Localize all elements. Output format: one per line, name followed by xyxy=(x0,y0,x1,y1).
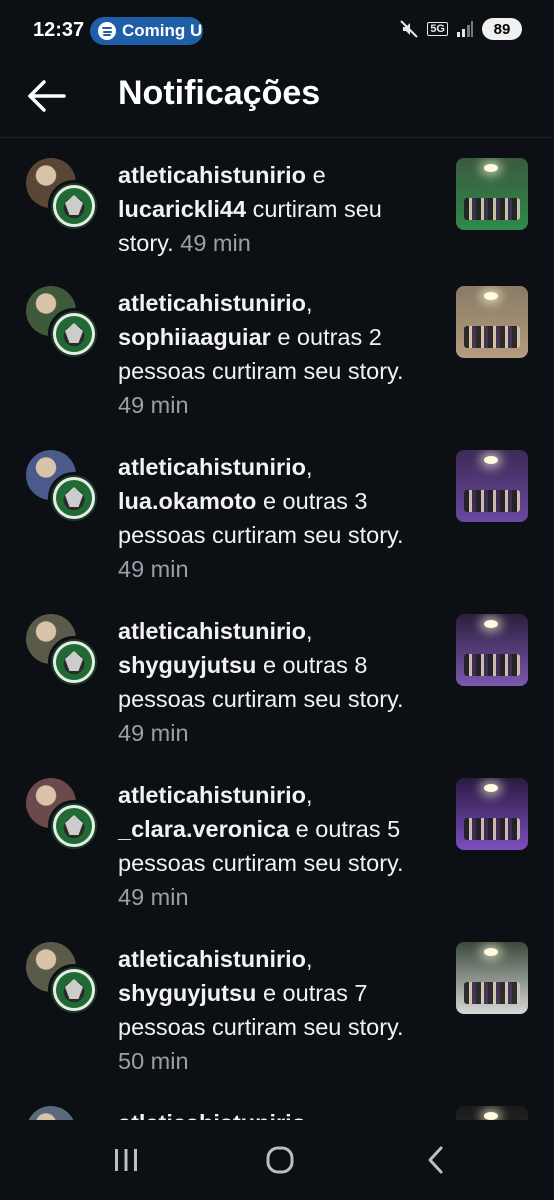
connector-text: , xyxy=(306,290,313,316)
recents-button[interactable] xyxy=(104,1142,148,1178)
connector-text: , xyxy=(306,782,313,808)
story-thumbnail[interactable] xyxy=(456,942,528,1014)
connector-text: e xyxy=(306,162,326,188)
notification-text: atleticahistunirio xyxy=(118,1106,434,1120)
username-link[interactable]: atleticahistunirio xyxy=(118,290,306,316)
battery-level: 89 xyxy=(493,20,511,38)
avatar-stack[interactable] xyxy=(26,778,100,852)
notification-item[interactable]: atleticahistunirio, sophiiaaguiar e outr… xyxy=(0,268,554,432)
username-link[interactable]: lucarickli44 xyxy=(118,196,246,222)
username-link[interactable]: atleticahistunirio xyxy=(118,454,306,480)
story-thumbnail[interactable] xyxy=(456,286,528,358)
network-5g-icon: 5G xyxy=(427,22,448,36)
story-thumbnail[interactable] xyxy=(456,614,528,686)
notification-time: 49 min xyxy=(118,884,189,910)
notification-item[interactable]: atleticahistunirio, lua.okamoto e outras… xyxy=(0,432,554,596)
username-link[interactable]: _clara.veronica xyxy=(118,816,289,842)
athletic-logo-avatar[interactable] xyxy=(48,180,100,232)
back-arrow-icon[interactable] xyxy=(26,76,70,116)
username-link[interactable]: atleticahistunirio xyxy=(118,162,306,188)
back-icon xyxy=(428,1146,443,1174)
avatar-stack[interactable] xyxy=(26,450,100,524)
athletic-logo-avatar[interactable] xyxy=(48,636,100,688)
user-avatar[interactable] xyxy=(26,1106,76,1120)
avatar-stack[interactable] xyxy=(26,1106,100,1120)
story-thumbnail[interactable] xyxy=(456,778,528,850)
notification-item[interactable]: atleticahistunirio, _clara.veronica e ou… xyxy=(0,760,554,924)
avatar-stack[interactable] xyxy=(26,158,100,232)
page-title: Notificações xyxy=(118,74,321,112)
home-button[interactable] xyxy=(258,1142,302,1178)
story-thumbnail[interactable] xyxy=(456,1106,528,1120)
notification-time: 49 min xyxy=(118,392,189,418)
athletic-logo-avatar[interactable] xyxy=(48,308,100,360)
notification-text: atleticahistunirio, shyguyjutsu e outras… xyxy=(118,614,434,750)
avatar-stack[interactable] xyxy=(26,286,100,360)
notification-text: atleticahistunirio, sophiiaaguiar e outr… xyxy=(118,286,434,422)
username-link[interactable]: atleticahistunirio xyxy=(118,782,306,808)
athletic-logo-avatar[interactable] xyxy=(48,472,100,524)
battery-indicator: 89 xyxy=(482,18,522,40)
story-thumbnail[interactable] xyxy=(456,450,528,522)
notification-item[interactable]: atleticahistunirio, shyguyjutsu e outras… xyxy=(0,596,554,760)
username-link[interactable]: lua.okamoto xyxy=(118,488,256,514)
media-pill-label: Coming U xyxy=(122,21,203,40)
recents-icon xyxy=(115,1149,137,1171)
username-link[interactable]: shyguyjutsu xyxy=(118,980,256,1006)
notification-time: 49 min xyxy=(118,720,189,746)
username-link[interactable]: shyguyjutsu xyxy=(118,652,256,678)
status-time: 12:37 xyxy=(33,19,85,41)
page-header: Notificações xyxy=(0,62,554,138)
athletic-logo-avatar[interactable] xyxy=(48,800,100,852)
username-link[interactable]: sophiiaaguiar xyxy=(118,324,271,350)
notifications-list[interactable]: atleticahistunirio e lucarickli44 curtir… xyxy=(0,140,554,1120)
username-link[interactable]: atleticahistunirio xyxy=(118,1110,306,1120)
story-thumbnail[interactable] xyxy=(456,158,528,230)
connector-text: , xyxy=(306,454,313,480)
notification-item[interactable]: atleticahistunirio e lucarickli44 curtir… xyxy=(0,140,554,268)
connector-text: , xyxy=(306,946,313,972)
status-icons: 5G 89 xyxy=(399,18,522,40)
media-pill[interactable]: Coming U xyxy=(90,17,203,45)
username-link[interactable]: atleticahistunirio xyxy=(118,618,306,644)
connector-text: , xyxy=(306,618,313,644)
notification-text: atleticahistunirio, shyguyjutsu e outras… xyxy=(118,942,434,1078)
avatar-stack[interactable] xyxy=(26,942,100,1016)
notification-item[interactable]: atleticahistunirio xyxy=(0,1088,554,1120)
home-icon xyxy=(266,1146,294,1174)
notification-time: 50 min xyxy=(118,1048,189,1074)
notification-item[interactable]: atleticahistunirio, shyguyjutsu e outras… xyxy=(0,924,554,1088)
notification-time: 49 min xyxy=(118,556,189,582)
notification-time: 49 min xyxy=(180,230,251,256)
system-nav-bar xyxy=(0,1120,554,1200)
athletic-logo-avatar[interactable] xyxy=(48,964,100,1016)
notification-text: atleticahistunirio, lua.okamoto e outras… xyxy=(118,450,434,586)
notification-text: atleticahistunirio e lucarickli44 curtir… xyxy=(118,158,434,260)
signal-icon xyxy=(457,21,473,37)
notification-text: atleticahistunirio, _clara.veronica e ou… xyxy=(118,778,434,914)
nav-back-button[interactable] xyxy=(414,1142,458,1178)
status-bar: 12:37 Coming U 5G 89 xyxy=(0,0,554,62)
avatar-stack[interactable] xyxy=(26,614,100,688)
spotify-icon xyxy=(98,22,116,40)
mute-icon xyxy=(400,20,419,38)
username-link[interactable]: atleticahistunirio xyxy=(118,946,306,972)
